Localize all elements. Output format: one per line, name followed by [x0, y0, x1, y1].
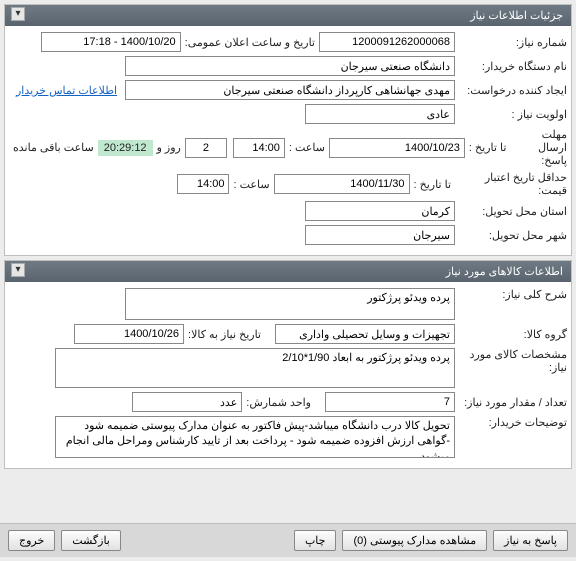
goods-info-panel: اطلاعات کالاهای مورد نیاز ▾ شرح کلی نیاز…	[4, 260, 572, 469]
buyer-notes-textarea[interactable]	[55, 416, 455, 458]
to-date-label-1: تا تاریخ :	[465, 141, 510, 154]
remain-label: ساعت باقی مانده	[9, 141, 98, 154]
need-details-panel: جزئیات اطلاعات نیاز ▾ شماره نیاز: تاریخ …	[4, 4, 572, 256]
desc-label: شرح کلی نیاز:	[455, 288, 567, 301]
unit-input[interactable]	[132, 392, 242, 412]
reply-button[interactable]: پاسخ به نیاز	[493, 530, 568, 551]
need-no-label: شماره نیاز:	[455, 36, 567, 49]
panel1-body: شماره نیاز: تاریخ و ساعت اعلان عمومی: نا…	[5, 26, 571, 255]
print-button[interactable]: چاپ	[294, 530, 337, 551]
buyer-input[interactable]	[125, 56, 455, 76]
collapse-icon[interactable]: ▾	[11, 7, 25, 21]
min-valid-label: حداقل تاریخ اعتبار قیمت:	[455, 171, 567, 197]
back-button[interactable]: بازگشت	[61, 530, 121, 551]
days-input[interactable]	[185, 138, 227, 158]
valid-time-input[interactable]	[177, 174, 229, 194]
qty-label: تعداد / مقدار مورد نیاز:	[455, 396, 567, 409]
footer-bar: پاسخ به نیاز مشاهده مدارک پیوستی (0) چاپ…	[0, 523, 576, 557]
reply-date-input[interactable]	[329, 138, 465, 158]
panel2-title: اطلاعات کالاهای مورد نیاز	[446, 266, 563, 278]
group-label: گروه کالا:	[455, 328, 567, 341]
desc-textarea[interactable]	[125, 288, 455, 320]
need-no-input[interactable]	[319, 32, 455, 52]
panel2-header: اطلاعات کالاهای مورد نیاز ▾	[5, 261, 571, 282]
group-input[interactable]	[275, 324, 455, 344]
time-label-1: ساعت :	[285, 141, 329, 154]
unit-label: واحد شمارش:	[242, 396, 315, 409]
need-date-label: تاریخ نیاز به کالا:	[184, 328, 265, 341]
buyer-label: نام دستگاه خریدار:	[455, 60, 567, 73]
spec-textarea[interactable]	[55, 348, 455, 388]
spec-label: مشخصات کالای مورد نیاز:	[455, 348, 567, 374]
announce-label: تاریخ و ساعت اعلان عمومی:	[181, 36, 319, 49]
panel2-body: شرح کلی نیاز: گروه کالا: تاریخ نیاز به ک…	[5, 282, 571, 468]
time-label-2: ساعت :	[229, 178, 273, 191]
reply-deadline-label: مهلت ارسال پاسخ:	[510, 128, 567, 167]
to-date-label-2: تا تاریخ :	[410, 178, 455, 191]
days-label: روز و	[153, 141, 185, 154]
buyer-notes-label: توضیحات خریدار:	[455, 416, 567, 429]
valid-date-input[interactable]	[274, 174, 410, 194]
province-label: استان محل تحویل:	[455, 205, 567, 218]
panel1-title: جزئیات اطلاعات نیاز	[470, 10, 563, 22]
need-date-input[interactable]	[74, 324, 184, 344]
qty-input[interactable]	[325, 392, 455, 412]
reply-time-input[interactable]	[233, 138, 285, 158]
footer-spacer	[127, 530, 288, 551]
collapse-icon-2[interactable]: ▾	[11, 263, 25, 277]
contact-link[interactable]: اطلاعات تماس خریدار	[16, 84, 117, 97]
requester-label: ایجاد کننده درخواست:	[455, 84, 567, 97]
province-input[interactable]	[305, 201, 455, 221]
panel1-header: جزئیات اطلاعات نیاز ▾	[5, 5, 571, 26]
countdown: 20:29:12	[98, 140, 153, 156]
city-input[interactable]	[305, 225, 455, 245]
exit-button[interactable]: خروج	[8, 530, 55, 551]
announce-input[interactable]	[41, 32, 181, 52]
attachments-button[interactable]: مشاهده مدارک پیوستی (0)	[342, 530, 487, 551]
priority-input[interactable]	[305, 104, 455, 124]
priority-label: اولویت نیاز :	[455, 108, 567, 121]
requester-input[interactable]	[125, 80, 455, 100]
city-label: شهر محل تحویل:	[455, 229, 567, 242]
